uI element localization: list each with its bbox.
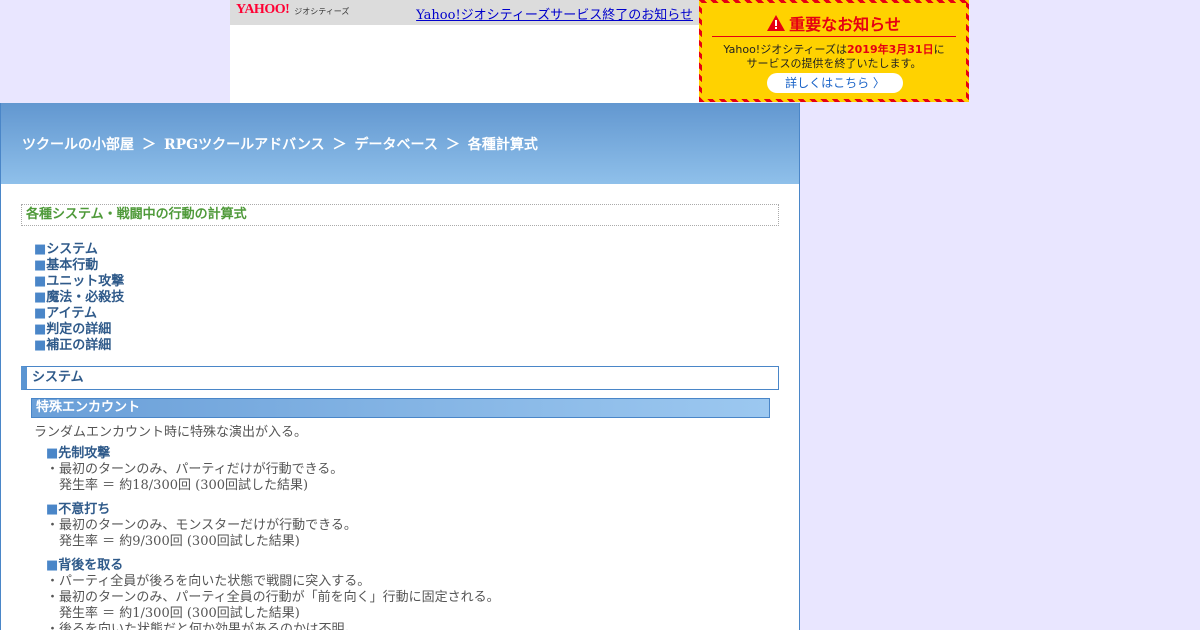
warning-icon (767, 15, 786, 31)
toc-item-magic-special[interactable]: ■魔法・必殺技 (34, 290, 124, 306)
entry-line: ・最初のターンのみ、パーティ全員の行動が「前を向く」行動に固定される。 (46, 590, 500, 605)
toc-mark: ■ (34, 274, 47, 289)
section-title: 各種システム・戦闘中の行動の計算式 (21, 204, 779, 226)
toc-item-system[interactable]: ■システム (34, 242, 124, 258)
entry-title-preemptive: ■先制攻撃 (46, 446, 110, 462)
toc-label: 基本行動 (46, 258, 99, 273)
entry-line: ・パーティ全員が後ろを向いた状態で戦闘に突入する。 (46, 574, 371, 589)
toc-label: 魔法・必殺技 (46, 290, 125, 305)
notice-line-1-pre: Yahoo!ジオシティーズは (723, 43, 847, 56)
service-end-notice-link[interactable]: Yahoo!ジオシティーズサービス終了のお知らせ (416, 4, 693, 23)
entry-mark: ■ (46, 446, 59, 461)
toc-label: 判定の詳細 (46, 322, 112, 337)
entry-title-text: 先制攻撃 (58, 446, 111, 461)
toc-label: ユニット攻撃 (46, 274, 125, 289)
geocities-label: ジオシティーズ (294, 7, 350, 16)
main-content: ツクールの小部屋 ＞ RPGツクールアドバンス ＞ データベース ＞ 各種計算式 各種システ… (0, 103, 800, 630)
notice-banner-inner: 重要なお知らせ Yahoo!ジオシティーズは2019年3月31日に サービスの提… (702, 3, 966, 99)
breadcrumb-current: 各種計算式 (467, 137, 538, 153)
important-notice-banner[interactable]: 重要なお知らせ Yahoo!ジオシティーズは2019年3月31日に サービスの提… (699, 0, 969, 102)
toc-mark: ■ (34, 242, 47, 257)
notice-line-2: サービスの提供を終了いたします。 (746, 57, 922, 70)
toc-item-correction-details[interactable]: ■補正の詳細 (34, 338, 124, 354)
entry-extra-line: ・後ろを向いた状態だと何か効果があるのかは不明。 (46, 622, 358, 630)
entry-rate: 発生率 ＝ 約18/300回 (300回試した結果) (59, 478, 309, 493)
toc-label: システム (46, 242, 98, 257)
entry-title-back-attack: ■背後を取る (46, 558, 123, 574)
details-button[interactable]: 詳しくはこちら 〉 (767, 73, 903, 93)
entry-line: ・最初のターンのみ、パーティだけが行動できる。 (46, 462, 344, 477)
notice-end-date: 2019年3月31日 (847, 43, 934, 56)
toc-label: 補正の詳細 (46, 338, 112, 353)
toc-item-basic-actions[interactable]: ■基本行動 (34, 258, 124, 274)
entry-title-text: 不意打ち (58, 502, 111, 517)
toc-item-judgement-details[interactable]: ■判定の詳細 (34, 322, 124, 338)
entry-mark: ■ (46, 502, 59, 517)
toc-item-unit-attack[interactable]: ■ユニット攻撃 (34, 274, 124, 290)
breadcrumb-home[interactable]: ツクールの小部屋 (22, 137, 134, 153)
entry-title-text: 背後を取る (58, 558, 124, 573)
toc-mark: ■ (34, 258, 47, 273)
encounter-intro: ランダムエンカウント時に特殊な演出が入る。 (34, 425, 308, 440)
toc-item-items[interactable]: ■アイテム (34, 306, 124, 322)
table-of-contents: ■システム ■基本行動 ■ユニット攻撃 ■魔法・必殺技 ■アイテム ■判定の詳細… (34, 242, 124, 354)
breadcrumb-database[interactable]: データベース (355, 137, 438, 153)
toc-label: アイテム (46, 306, 97, 321)
entry-title-surprise: ■不意打ち (46, 502, 110, 518)
entry-line: ・最初のターンのみ、モンスターだけが行動できる。 (46, 518, 357, 533)
yahoo-logo-text: YAHOO! (236, 2, 290, 17)
breadcrumb-separator: ＞ (332, 137, 347, 153)
toc-mark: ■ (34, 290, 47, 305)
entry-rate: 発生率 ＝ 約1/300回 (300回試した結果) (59, 606, 300, 621)
breadcrumb-rpg-advance[interactable]: RPGツクールアドバンス (164, 137, 325, 153)
system-heading: システム (21, 366, 779, 390)
notice-divider (712, 36, 956, 37)
yahoo-bar-strip: YAHOO! ジオシティーズ Yahoo!ジオシティーズサービス終了のお知らせ (230, 0, 699, 25)
page-header: ツクールの小部屋 ＞ RPGツクールアドバンス ＞ データベース ＞ 各種計算式 (1, 103, 799, 184)
special-encounter-heading: 特殊エンカウント (31, 398, 770, 418)
breadcrumb: ツクールの小部屋 ＞ RPGツクールアドバンス ＞ データベース ＞ 各種計算式 (22, 134, 538, 154)
toc-mark: ■ (34, 338, 47, 353)
notice-body: Yahoo!ジオシティーズは2019年3月31日に サービスの提供を終了いたしま… (702, 43, 966, 71)
breadcrumb-separator: ＞ (445, 137, 460, 153)
notice-line-1: Yahoo!ジオシティーズは2019年3月31日に (702, 43, 966, 57)
notice-line-1-post: に (933, 43, 945, 56)
toc-mark: ■ (34, 306, 47, 321)
entry-rate: 発生率 ＝ 約9/300回 (300回試した結果) (59, 534, 300, 549)
toc-mark: ■ (34, 322, 47, 337)
notice-title-text: 重要なお知らせ (789, 15, 901, 34)
breadcrumb-separator: ＞ (142, 137, 156, 153)
yahoo-geocities-bar: YAHOO! ジオシティーズ Yahoo!ジオシティーズサービス終了のお知らせ (230, 0, 699, 103)
notice-title: 重要なお知らせ (702, 11, 966, 35)
yahoo-logo[interactable]: YAHOO! ジオシティーズ (236, 3, 349, 23)
entry-mark: ■ (46, 558, 59, 573)
